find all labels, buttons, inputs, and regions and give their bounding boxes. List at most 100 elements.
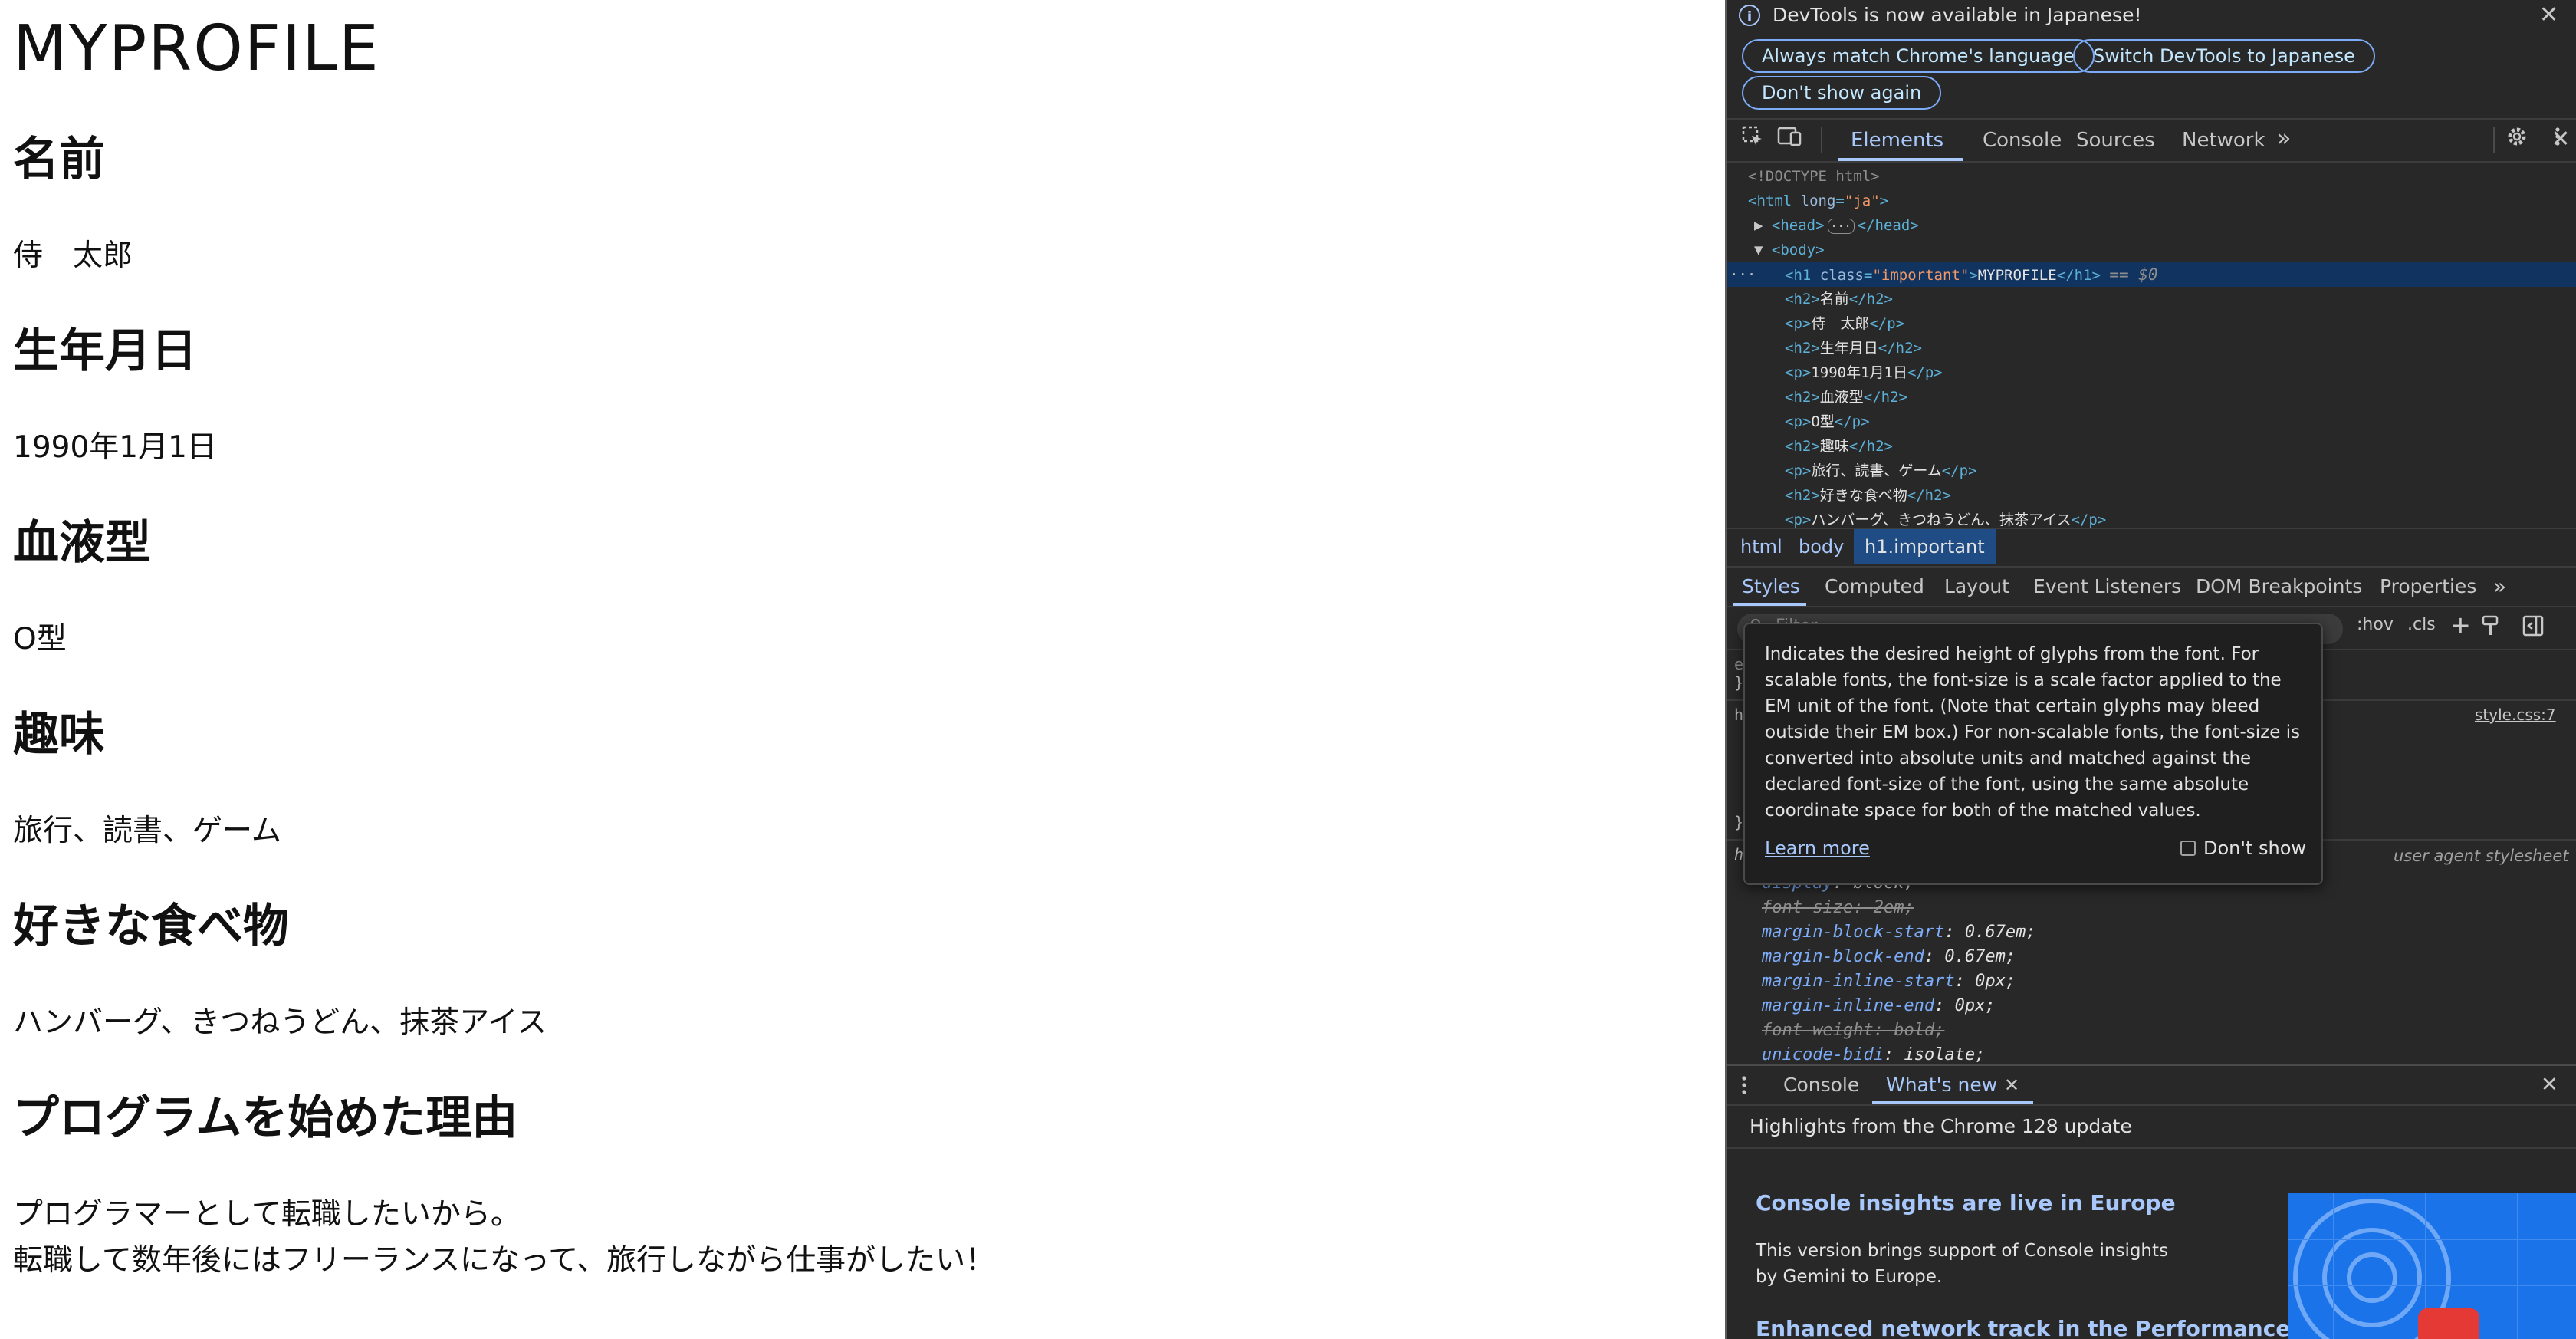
tab-styles[interactable]: Styles [1742,569,1800,604]
drawer-toolbar: Console What's new ✕ ✕ [1727,1066,2576,1104]
section-body-blood-type: O型 [13,622,67,656]
section-body-reason-line2: 転職して数年後にはフリーランスになって、旅行しながら仕事がしたい！ [13,1243,996,1278]
dom-node[interactable]: <p>O型</p> [1785,410,1870,434]
dont-show-again-button[interactable]: Don't show again [1742,76,1942,110]
section-body-reason-line1: プログラマーとして転職したいから。 [13,1197,521,1232]
section-body-hobbies: 旅行、読書、ゲーム [13,814,281,848]
cls-toggle[interactable]: .cls [2407,615,2436,634]
breadcrumb-h1-important[interactable]: h1.important [1854,529,1996,564]
css-prop-font-size[interactable]: font-size: 2em; [1762,896,1914,920]
whats-new-video-thumbnail[interactable] [2288,1193,2576,1339]
breadcrumb-body[interactable]: body [1788,529,1855,564]
drawer-menu-icon[interactable] [1740,1074,1748,1101]
css-prop-margin-block-end[interactable]: margin-block-end: 0.67em; [1762,945,2016,969]
dom-html-line[interactable]: <html long="ja"> [1748,189,1888,213]
paint-brush-icon[interactable] [2481,615,2501,641]
dom-body-open: <body> [1771,242,1825,258]
whats-new-item-title[interactable]: Console insights are live in Europe [1756,1190,2176,1216]
drawer-tab-console[interactable]: Console [1783,1070,1859,1100]
dom-node[interactable]: <p>1990年1月1日</p> [1785,360,1943,385]
dom-head-line[interactable]: ▶ <head> ··· </head> [1754,213,1919,239]
language-banner: i DevTools is now available in Japanese!… [1727,0,2576,117]
breadcrumb-html[interactable]: html [1730,529,1793,564]
section-heading-favorite-food: 好きな食べ物 [13,900,289,953]
banner-message: DevTools is now available in Japanese! [1773,4,2142,26]
always-match-language-button[interactable]: Always match Chrome's language [1742,39,2095,73]
tab-dom-breakpoints[interactable]: DOM Breakpoints [2196,569,2362,604]
hov-toggle[interactable]: :hov [2357,615,2394,634]
dom-h1-close: </h1> [2056,267,2101,284]
dom-selected-h1[interactable]: <h1 class="important">MYPROFILE</h1> == … [1785,262,2158,288]
whats-new-item-title[interactable]: Enhanced network track in the Performanc… [1756,1316,2290,1339]
dom-head-close: </head> [1857,217,1919,234]
dom-h1-attr-value: "important" [1872,267,1970,284]
tab-layout[interactable]: Layout [1944,569,2009,604]
section-body-birthday: 1990年1月1日 [13,430,217,465]
rendered-page: MYPROFILE 名前 侍 太郎 生年月日 1990年1月1日 血液型 O型 … [0,0,1725,1339]
whats-new-highlight: Highlights from the Chrome 128 update [1750,1115,2132,1137]
user-agent-stylesheet-label: user agent stylesheet [2394,847,2569,865]
toggle-sidebar-icon[interactable] [2522,615,2544,641]
dom-node[interactable]: <h2>好きな食べ物</h2> [1785,483,1951,508]
tab-console[interactable]: Console [1983,125,2062,156]
dom-html-open: <html [1748,192,1792,209]
info-icon: i [1739,5,1760,26]
dom-node[interactable]: <p>ハンバーグ、きつねうどん、抹茶アイス</p> [1785,508,2106,528]
css-prop-margin-inline-start[interactable]: margin-inline-start: 0px; [1762,969,2016,994]
dom-row-menu-icon[interactable]: ··· [1730,262,1756,287]
dom-head-ellipsis[interactable]: ··· [1827,219,1855,234]
whats-new-item-body: This version brings support of Console i… [1756,1241,2169,1287]
dom-doctype: <!DOCTYPE html> [1748,168,1880,185]
dom-node[interactable]: <h2>趣味</h2> [1785,434,1893,459]
drawer-close-icon[interactable]: ✕ [2541,1070,2558,1100]
tab-properties[interactable]: Properties [2380,569,2476,604]
page-title: MYPROFILE [13,12,380,85]
section-heading-name: 名前 [13,133,105,186]
tooltip-text: Indicates the desired height of glyphs f… [1765,644,2301,821]
close-icon[interactable]: ✕ [2545,124,2576,155]
dont-show-checkbox[interactable] [2180,841,2196,856]
section-heading-birthday: 生年月日 [13,324,197,378]
dom-h1-open: <h1 [1785,267,1812,284]
tab-sources[interactable]: Sources [2076,125,2155,156]
section-heading-reason: プログラムを始めた理由 [13,1091,518,1145]
dom-head-open: <head> [1771,217,1825,234]
dom-body-line[interactable]: ▼ <body> [1754,238,1825,262]
dom-node[interactable]: <p>侍 太郎</p> [1785,311,1904,336]
tab-elements[interactable]: Elements [1851,125,1944,156]
dom-tree: <!DOCTYPE html> <html long="ja"> ▶ <head… [1727,163,2576,528]
section-body-name: 侍 太郎 [13,239,133,273]
device-toolbar-icon[interactable] [1774,125,1805,156]
drawer-tab-whats-new[interactable]: What's new [1886,1070,1997,1100]
section-body-favorite-food: ハンバーグ、きつねうどん、抹茶アイス [13,1005,547,1040]
main-toolbar: Elements Console Sources Network » ✕ [1727,120,2576,161]
tab-network[interactable]: Network [2182,125,2266,156]
gear-icon[interactable] [2502,125,2532,156]
more-tabs-icon[interactable]: » [2277,123,2291,154]
dom-node[interactable]: <h2>生年月日</h2> [1785,336,1922,360]
tooltip-learn-more-link[interactable]: Learn more [1765,837,1870,859]
tab-computed[interactable]: Computed [1825,569,1924,604]
dom-selected-marker: == $0 [2109,265,2158,284]
dom-node[interactable]: <h2>名前</h2> [1785,287,1893,311]
section-heading-blood-type: 血液型 [13,516,151,570]
css-property-tooltip: Indicates the desired height of glyphs f… [1743,623,2323,885]
devtools-panel: i DevTools is now available in Japanese!… [1725,0,2576,1339]
dom-h1-attr: class [1819,267,1864,284]
inspect-element-icon[interactable] [1737,125,1768,156]
new-style-rule-icon[interactable]: + [2450,610,2471,640]
css-prop-margin-inline-end[interactable]: margin-inline-end: 0px; [1762,994,1996,1018]
dom-h1-text: MYPROFILE [1977,267,2057,284]
switch-to-japanese-button[interactable]: Switch DevTools to Japanese [2073,39,2375,73]
dom-node[interactable]: <p>旅行、読書、ゲーム</p> [1785,459,1977,483]
tab-event-listeners[interactable]: Event Listeners [2033,569,2181,604]
dom-html-attr-value: "ja" [1844,192,1880,209]
css-prop-font-weight[interactable]: font-weight: bold; [1762,1018,1944,1043]
banner-close-icon[interactable]: ✕ [2539,2,2558,29]
dom-node[interactable]: <h2>血液型</h2> [1785,385,1907,410]
style-source-link[interactable]: style.css:7 [2475,706,2556,724]
whats-new-close-icon[interactable]: ✕ [2004,1070,2019,1100]
css-prop-margin-block-start[interactable]: margin-block-start: 0.67em; [1762,920,2036,945]
more-style-tabs-icon[interactable]: » [2493,569,2506,604]
dont-show-label: Don't show [2203,837,2307,859]
